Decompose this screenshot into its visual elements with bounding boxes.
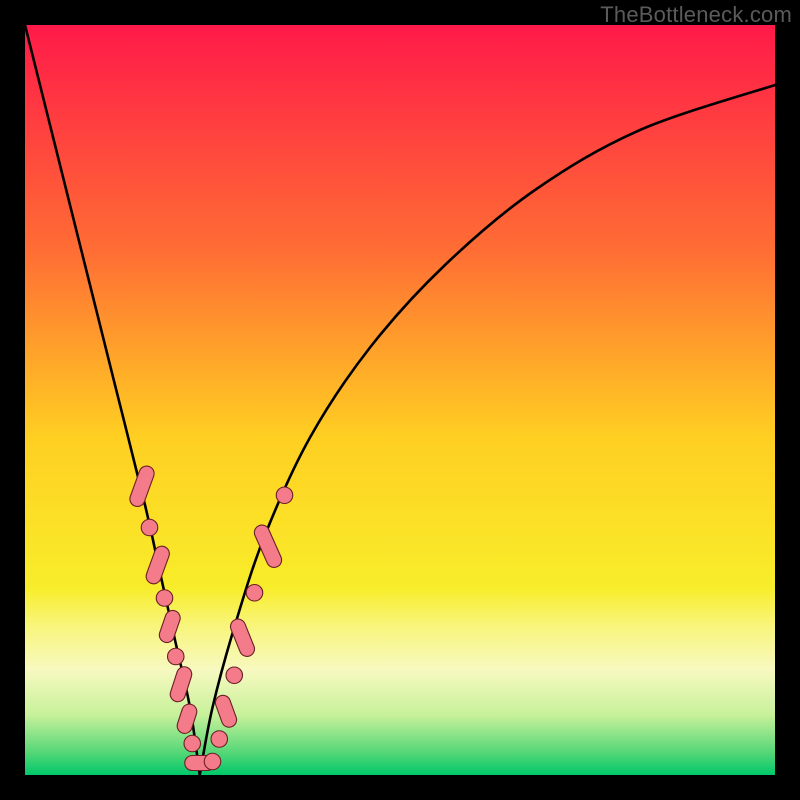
curve-marker [211, 731, 228, 748]
curve-marker [175, 702, 199, 735]
curve-markers [128, 464, 293, 771]
watermark-text: TheBottleneck.com [600, 2, 792, 28]
curve-marker [157, 608, 182, 644]
curve-marker [144, 544, 171, 586]
curve-marker [128, 464, 156, 509]
curve-marker [168, 665, 193, 704]
curve-marker [204, 753, 221, 770]
bottleneck-curve-layer [25, 25, 775, 775]
curve-marker [213, 693, 238, 729]
curve-marker [252, 523, 284, 570]
bottleneck-curve [25, 25, 775, 775]
curve-marker [141, 519, 158, 536]
curve-marker [246, 585, 263, 602]
curve-marker [276, 487, 293, 504]
curve-marker [226, 667, 243, 684]
plot-area [25, 25, 775, 775]
curve-marker [184, 735, 201, 752]
outer-frame: TheBottleneck.com [0, 0, 800, 800]
curve-marker [156, 590, 173, 607]
curve-marker [168, 648, 185, 665]
